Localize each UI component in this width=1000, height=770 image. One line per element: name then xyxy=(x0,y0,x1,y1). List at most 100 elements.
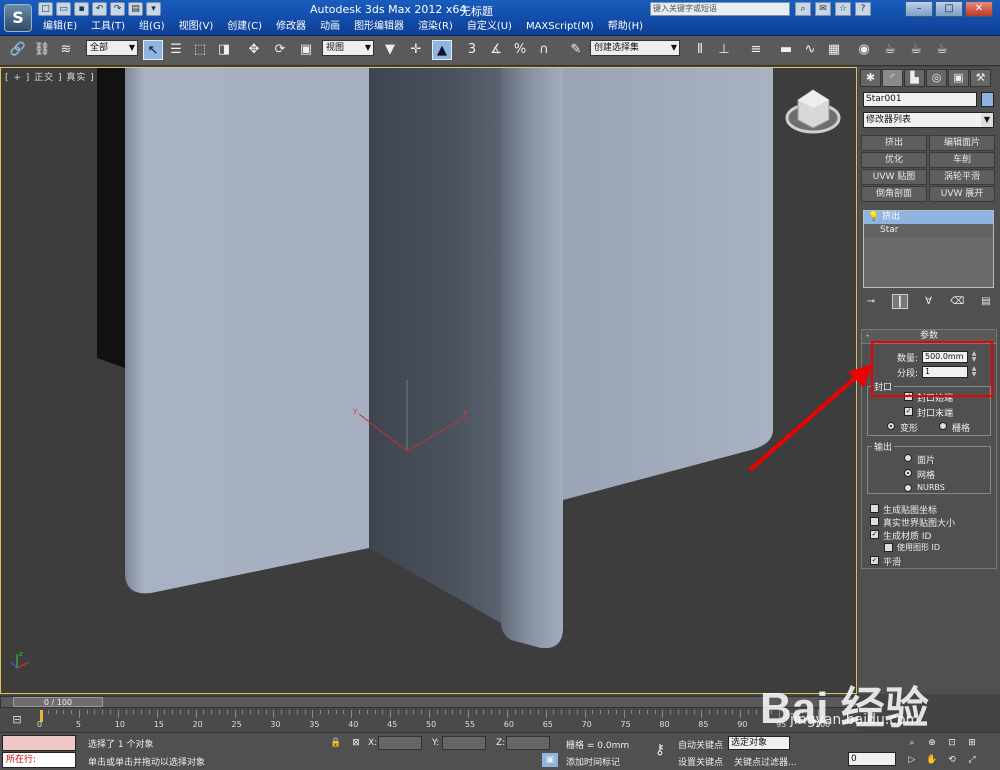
key-mode-select[interactable]: 选定对象 xyxy=(728,736,790,750)
viewport-label[interactable]: [ + ] 正交 ] 真实 ] xyxy=(5,70,95,83)
track-bar[interactable]: ⊟ 0 5 10 15 20 25 30 35 40 45 50 55 60 65 70 75 80 85 90 95… xyxy=(0,708,857,732)
remove-modifier-icon[interactable]: ⌫ xyxy=(949,294,965,309)
utilities-tab-icon[interactable]: ⚒ xyxy=(970,69,991,87)
maxscript-line-field[interactable]: 所在行: xyxy=(2,752,76,768)
render-setup-icon[interactable]: ☕ xyxy=(880,40,900,60)
gen-mapping-checkbox[interactable] xyxy=(870,504,879,513)
select-manipulate-icon[interactable]: ✛ xyxy=(406,40,426,60)
zoom-extents-all-icon[interactable]: ⊞ xyxy=(964,736,980,750)
align-icon[interactable]: ⊥ xyxy=(714,40,734,60)
modifier-button[interactable]: 车削 xyxy=(929,152,995,168)
selection-filter-select[interactable]: 全部 ▼ xyxy=(86,40,138,56)
nurbs-radio[interactable] xyxy=(904,484,912,492)
qa-dropdown-icon[interactable]: ▾ xyxy=(146,2,161,16)
create-tab-icon[interactable]: ✱ xyxy=(860,69,881,87)
modifier-button[interactable]: 涡轮平滑 xyxy=(929,169,995,185)
pan-icon[interactable]: ✋ xyxy=(924,753,940,767)
x-coord-field[interactable] xyxy=(378,736,422,750)
real-world-checkbox[interactable] xyxy=(870,517,879,526)
named-selection-select[interactable]: 创建选择集 ▼ xyxy=(590,40,680,56)
set-key-button[interactable]: 设置关键点 xyxy=(678,755,723,768)
favorites-icon[interactable]: ☆ xyxy=(835,2,851,16)
window-crossing-icon[interactable]: ◨ xyxy=(214,40,234,60)
mini-curve-editor-icon[interactable]: ⊟ xyxy=(4,710,30,730)
perspective-viewport[interactable]: [ + ] 正交 ] 真实 ] y x z xyxy=(0,67,857,694)
graphite-tools-icon[interactable]: ▬ xyxy=(776,40,796,60)
menu-item[interactable]: MAXScript(M) xyxy=(519,20,601,34)
menu-item[interactable]: 渲染(R) xyxy=(411,20,460,34)
spinner-snap-icon[interactable]: ∩ xyxy=(534,40,554,60)
modifier-stack[interactable]: 💡 挤出 Star xyxy=(863,210,994,288)
smooth-checkbox[interactable]: ✓ xyxy=(870,556,879,565)
make-unique-icon[interactable]: ∀ xyxy=(921,294,937,309)
modifier-button[interactable]: 编辑面片 xyxy=(929,135,995,151)
link-icon[interactable]: 🔗 xyxy=(8,40,28,60)
curve-editor-icon[interactable]: ∿ xyxy=(800,40,820,60)
time-slider-thumb[interactable]: 0 / 100 xyxy=(13,697,103,707)
undo-icon[interactable]: ↶ xyxy=(92,2,107,16)
render-production-icon[interactable]: ☕ xyxy=(932,40,952,60)
communication-icon[interactable]: ✉ xyxy=(815,2,831,16)
fov-icon[interactable]: ▷ xyxy=(904,753,920,767)
show-end-result-icon[interactable]: ┃ xyxy=(891,294,908,309)
lock-selection-icon[interactable]: 🔒 xyxy=(328,736,344,750)
z-coord-field[interactable] xyxy=(506,736,550,750)
mesh-radio[interactable] xyxy=(904,469,912,477)
maximize-icon[interactable]: □ xyxy=(935,1,963,17)
zoom-extents-icon[interactable]: ⊡ xyxy=(944,736,960,750)
search-input[interactable]: 键入关键字或短语 xyxy=(650,2,790,16)
keyboard-shortcut-override-icon[interactable]: ▲ xyxy=(432,40,452,60)
angle-snap-icon[interactable]: ∡ xyxy=(486,40,506,60)
minimize-icon[interactable]: – xyxy=(905,1,933,17)
grid-radio[interactable] xyxy=(939,422,947,430)
pivot-center-icon[interactable]: ▼ xyxy=(380,40,400,60)
open-file-icon[interactable]: ▭ xyxy=(56,2,71,16)
select-object-icon[interactable]: ↖ xyxy=(143,40,163,60)
stack-item-star[interactable]: Star xyxy=(864,224,993,237)
modifier-button[interactable]: UVW 贴图 xyxy=(861,169,927,185)
absolute-mode-icon[interactable]: ⊠ xyxy=(348,736,364,750)
menu-item[interactable]: 编辑(E) xyxy=(36,20,84,34)
rotate-icon[interactable]: ⟳ xyxy=(270,40,290,60)
schematic-view-icon[interactable]: ▦ xyxy=(824,40,844,60)
modify-tab-icon[interactable]: ◜ xyxy=(882,69,903,87)
snaps-toggle-icon[interactable]: 3 xyxy=(462,40,482,60)
modifier-button[interactable]: 挤出 xyxy=(861,135,927,151)
time-tag-icon[interactable]: ▣ xyxy=(542,753,558,767)
key-filters-button[interactable]: 关键点过滤器... xyxy=(734,755,797,768)
redo-icon[interactable]: ↷ xyxy=(110,2,125,16)
y-coord-field[interactable] xyxy=(442,736,486,750)
new-file-icon[interactable]: □ xyxy=(38,2,53,16)
menu-item[interactable]: 图形编辑器 xyxy=(347,20,411,34)
layer-manager-icon[interactable]: ≡ xyxy=(746,40,766,60)
add-time-tag-button[interactable]: 添加时间标记 xyxy=(566,755,620,768)
app-logo-icon[interactable]: S xyxy=(4,4,32,32)
current-frame-field[interactable]: 0 xyxy=(848,752,896,766)
gen-matid-checkbox[interactable]: ✓ xyxy=(870,530,879,539)
auto-key-button[interactable]: 自动关键点 xyxy=(678,738,723,751)
help-icon[interactable]: ? xyxy=(855,2,871,16)
motion-tab-icon[interactable]: ◎ xyxy=(926,69,947,87)
zoom-all-icon[interactable]: ⊕ xyxy=(924,736,940,750)
maximize-viewport-icon[interactable]: ⤢ xyxy=(964,753,980,767)
binoculars-icon[interactable]: ⌕ xyxy=(795,2,811,16)
menu-item[interactable]: 动画 xyxy=(313,20,347,34)
menu-item[interactable]: 视图(V) xyxy=(172,20,221,34)
reference-coord-select[interactable]: 视图 ▼ xyxy=(322,40,374,56)
save-file-icon[interactable]: ▪ xyxy=(74,2,89,16)
unlink-icon[interactable]: ⛓ xyxy=(32,40,52,60)
maxscript-listener[interactable] xyxy=(2,735,76,751)
menu-item[interactable]: 帮助(H) xyxy=(601,20,650,34)
cap-end-checkbox[interactable]: ✓ xyxy=(904,407,913,416)
modifier-button[interactable]: 优化 xyxy=(861,152,927,168)
time-slider[interactable]: 0 / 100 xyxy=(0,696,857,708)
close-icon[interactable]: ✕ xyxy=(965,1,993,17)
modifier-list-select[interactable]: 修改器列表 ▼ xyxy=(863,112,994,128)
rect-selection-icon[interactable]: ⬚ xyxy=(190,40,210,60)
rendered-frame-icon[interactable]: ☕ xyxy=(906,40,926,60)
use-shape-id-checkbox[interactable] xyxy=(884,543,893,552)
project-folder-icon[interactable]: ▤ xyxy=(128,2,143,16)
display-tab-icon[interactable]: ▣ xyxy=(948,69,969,87)
mirror-icon[interactable]: ⫴ xyxy=(690,40,710,60)
object-color-swatch[interactable] xyxy=(981,92,994,107)
